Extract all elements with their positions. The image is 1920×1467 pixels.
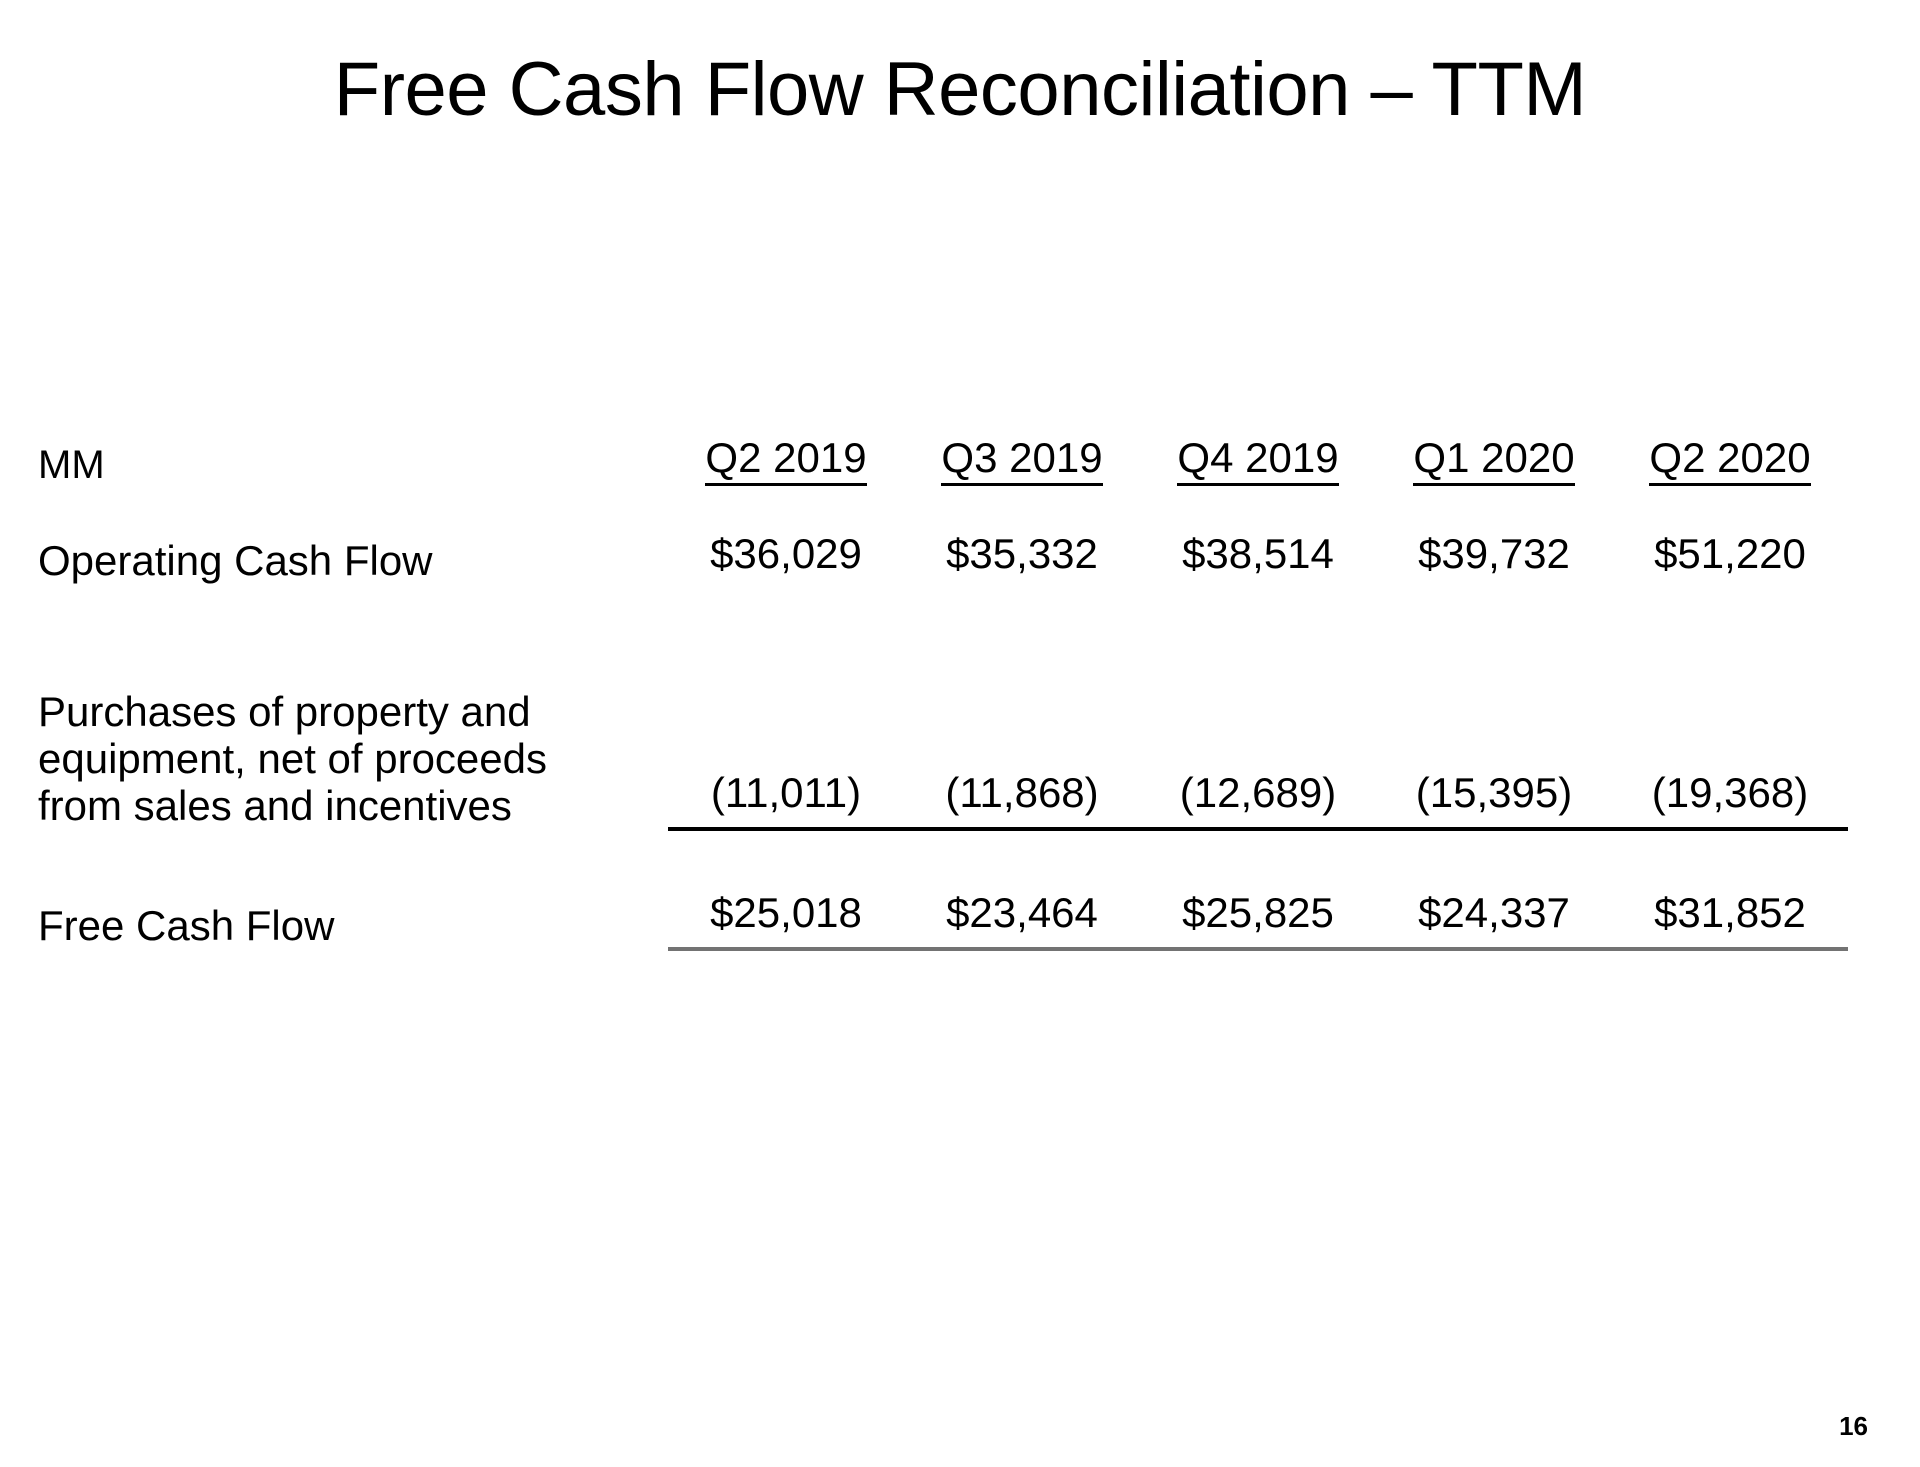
column-header-q2-2020: Q2 2020 bbox=[1612, 390, 1848, 486]
row-spacer bbox=[38, 486, 1848, 530]
column-header-q3-2019: Q3 2019 bbox=[904, 390, 1140, 486]
table-cell: (15,395) bbox=[1376, 688, 1612, 832]
table-header-row: MM Q2 2019 Q3 2019 Q4 2019 Q1 2020 Q2 20… bbox=[38, 390, 1848, 486]
table-cell: $31,852 bbox=[1612, 889, 1848, 952]
row-spacer bbox=[38, 829, 1848, 889]
table-cell: $23,464 bbox=[904, 889, 1140, 952]
column-header-label: Q2 2019 bbox=[705, 435, 867, 486]
page-title: Free Cash Flow Reconciliation – TTM bbox=[333, 47, 1587, 132]
row-label-line: Free Cash Flow bbox=[38, 902, 335, 950]
table-cell: $39,732 bbox=[1418, 530, 1570, 577]
table-cell: $25,825 bbox=[1140, 889, 1376, 952]
row-label-line: equipment, net of proceeds bbox=[38, 735, 548, 783]
table-cell: $24,337 bbox=[1376, 889, 1612, 952]
row-label: Free Cash Flow bbox=[38, 889, 668, 949]
row-spacer bbox=[38, 584, 1848, 688]
table-cell: (12,689) bbox=[1140, 688, 1376, 832]
column-header-label: Q3 2019 bbox=[941, 435, 1103, 486]
table-cell: $36,029 bbox=[710, 530, 862, 577]
row-label: Operating Cash Flow bbox=[38, 530, 668, 584]
row-label: Purchases of property and equipment, net… bbox=[38, 688, 668, 829]
table-cell: $35,332 bbox=[946, 530, 1098, 577]
column-header-label: Q2 2020 bbox=[1649, 435, 1811, 486]
column-header-label: Q4 2019 bbox=[1177, 435, 1339, 486]
table-cell: (11,011) bbox=[668, 688, 904, 832]
table-cell: $25,018 bbox=[668, 889, 904, 952]
column-header-q4-2019: Q4 2019 bbox=[1140, 390, 1376, 486]
table-cell: (11,868) bbox=[904, 688, 1140, 832]
table-cell: $51,220 bbox=[1654, 530, 1806, 577]
column-header-label: Q1 2020 bbox=[1413, 435, 1575, 486]
free-cash-flow-table: MM Q2 2019 Q3 2019 Q4 2019 Q1 2020 Q2 20… bbox=[38, 390, 1848, 952]
row-label-line: Purchases of property and bbox=[38, 688, 531, 735]
table-row-purchases-of-property-and-equipment: Purchases of property and equipment, net… bbox=[38, 688, 1848, 832]
table-row-operating-cash-flow: Operating Cash Flow $36,029 $35,332 $38,… bbox=[38, 530, 1848, 584]
table-row-free-cash-flow: Free Cash Flow $25,018 $23,464 $25,825 $… bbox=[38, 889, 1848, 952]
page-number: 16 bbox=[1839, 1411, 1868, 1441]
column-header-q1-2020: Q1 2020 bbox=[1376, 390, 1612, 486]
row-label-line: Operating Cash Flow bbox=[38, 536, 433, 584]
table-cell: (19,368) bbox=[1612, 688, 1848, 832]
table-cell: $38,514 bbox=[1182, 530, 1334, 577]
column-header-q2-2019: Q2 2019 bbox=[668, 390, 904, 486]
row-label-line: from sales and incentives bbox=[38, 782, 512, 830]
units-label: MM bbox=[38, 443, 105, 487]
